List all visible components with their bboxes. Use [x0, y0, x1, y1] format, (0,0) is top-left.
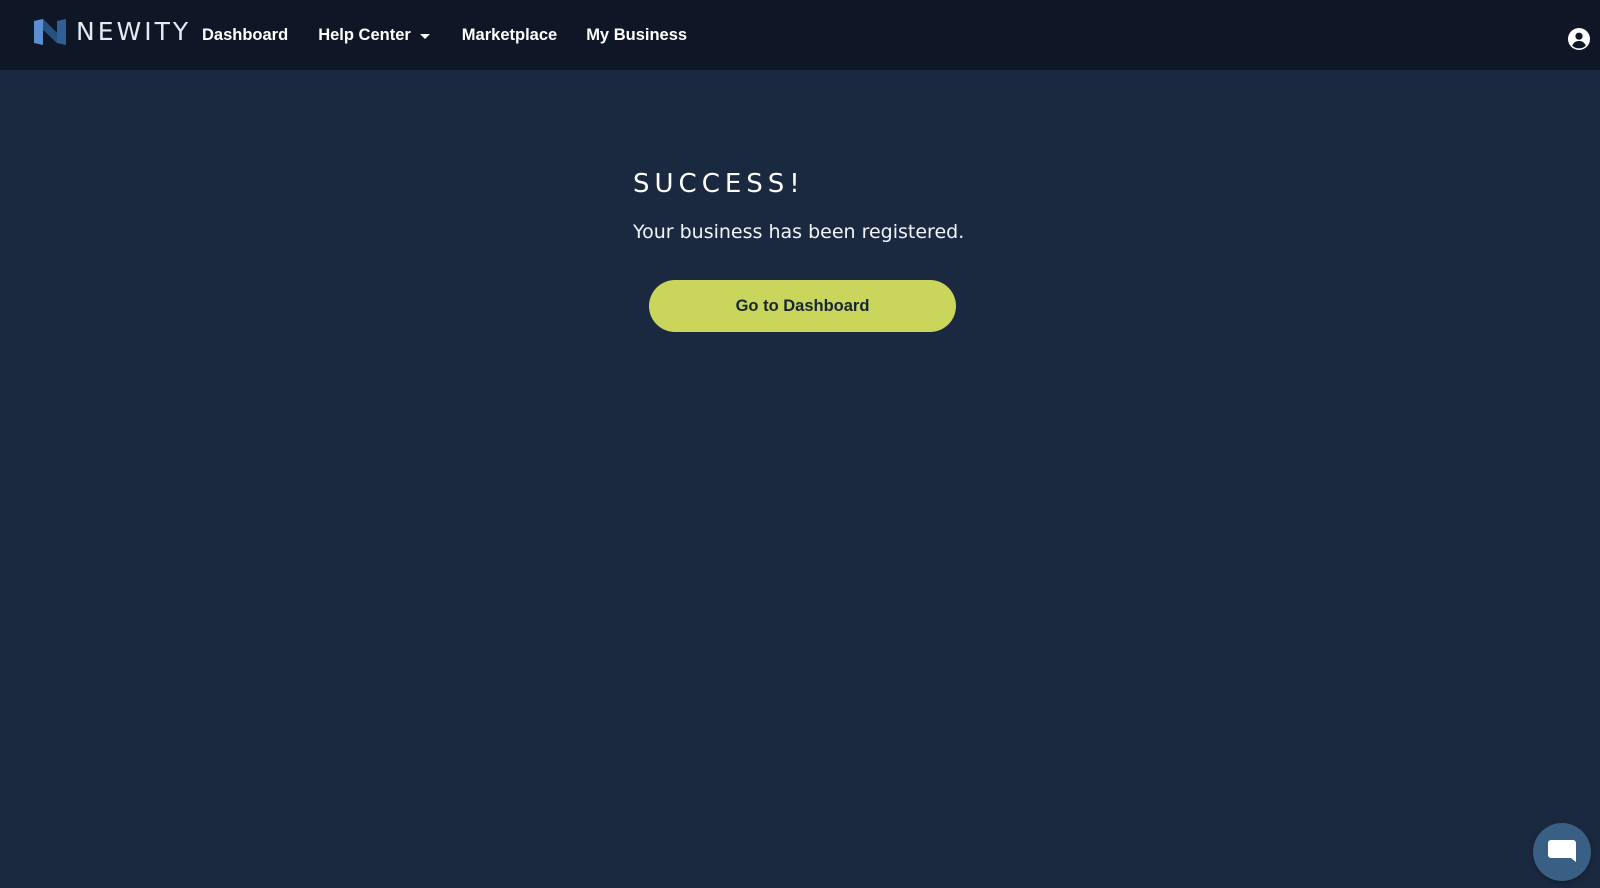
user-circle-icon[interactable]: [1568, 28, 1590, 50]
brand-name: NEWITY: [76, 17, 192, 46]
nav-item-my-business[interactable]: My Business: [586, 0, 687, 70]
nav-item-label: Help Center: [318, 25, 411, 44]
main-nav: Dashboard Help Center Marketplace My Bus…: [202, 0, 687, 70]
newity-logo-icon: [34, 19, 66, 45]
nav-item-help-center[interactable]: Help Center: [318, 0, 430, 70]
nav-item-dashboard[interactable]: Dashboard: [202, 0, 288, 70]
brand-logo[interactable]: NEWITY: [34, 16, 191, 48]
chat-bubble-icon: [1548, 840, 1576, 862]
caret-down-icon: [419, 33, 430, 39]
go-to-dashboard-button[interactable]: Go to Dashboard: [649, 280, 956, 332]
page-title: SUCCESS!: [633, 169, 805, 199]
chat-launcher-button[interactable]: [1533, 823, 1591, 881]
success-panel: SUCCESS! Your business has been register…: [633, 168, 993, 332]
nav-item-marketplace[interactable]: Marketplace: [462, 0, 557, 70]
nav-item-label: Marketplace: [461, 25, 558, 44]
top-navigation-bar: NEWITY Dashboard Help Center Marketplace…: [0, 0, 1600, 70]
nav-item-label: My Business: [586, 25, 688, 44]
nav-item-label: Dashboard: [202, 25, 289, 44]
success-message: Your business has been registered.: [633, 221, 965, 243]
